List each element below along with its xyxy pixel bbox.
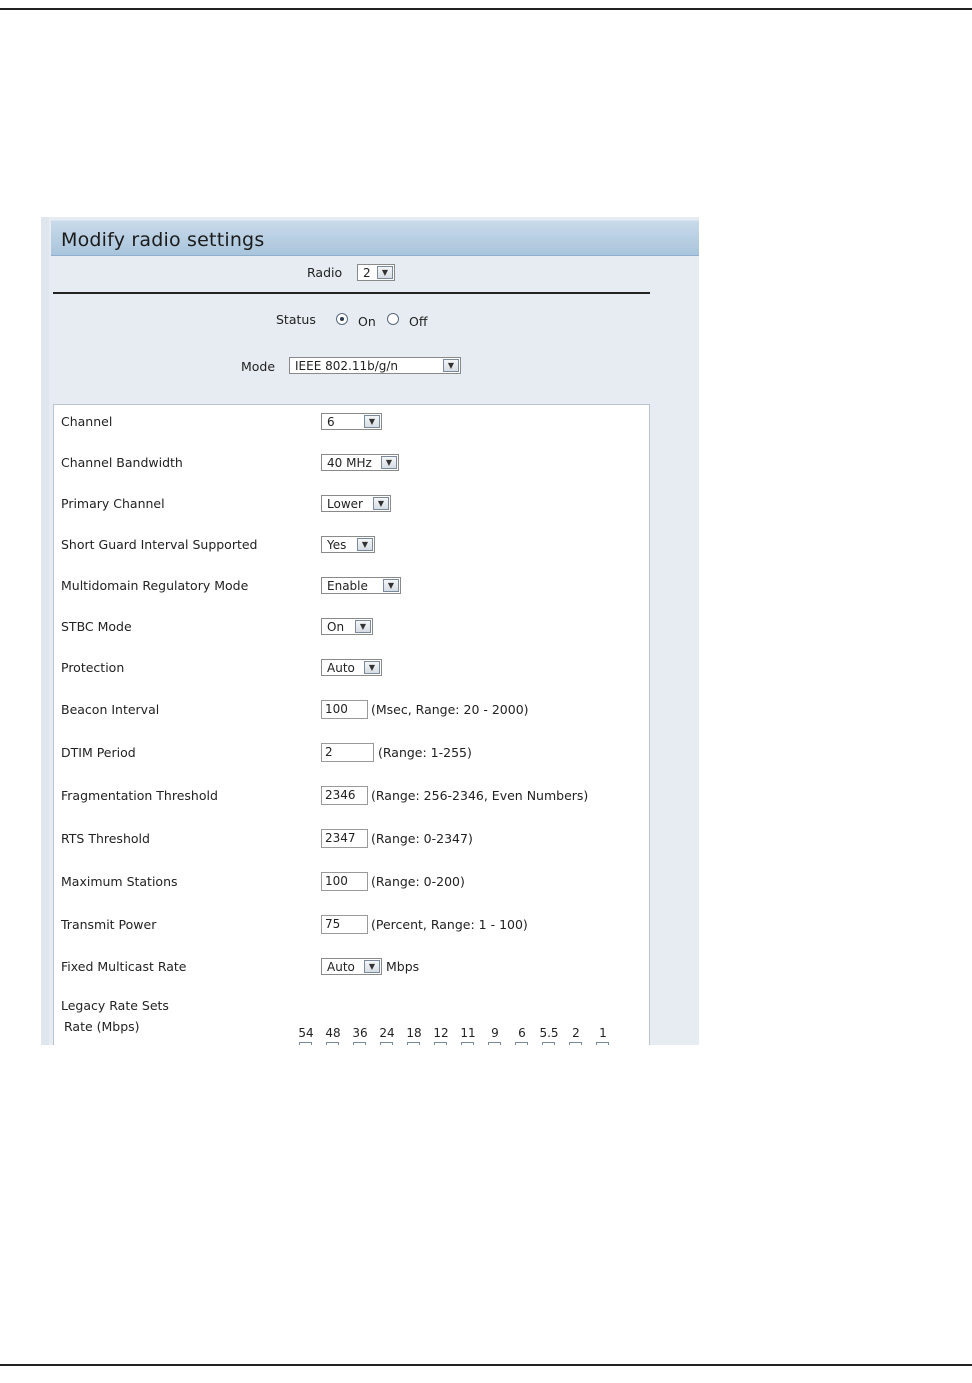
mode-select-value: IEEE 802.11b/g/n — [295, 359, 399, 373]
channel-bandwidth-label: Channel Bandwidth — [61, 455, 183, 470]
rate-checkbox[interactable] — [326, 1042, 339, 1045]
status-off-radio[interactable] — [387, 313, 399, 325]
beacon-interval-input[interactable]: 100 — [321, 700, 368, 719]
rate-value: 5.5 — [539, 1026, 559, 1040]
beacon-interval-hint: (Msec, Range: 20 - 2000) — [371, 702, 529, 717]
max-stations-input[interactable]: 100 — [321, 872, 368, 891]
status-on-radio[interactable] — [336, 313, 348, 325]
channel-bandwidth-select[interactable]: 40 MHz ▼ — [321, 454, 399, 471]
rate-value: 12 — [433, 1026, 449, 1040]
channel-bandwidth-select-value: 40 MHz — [327, 456, 372, 470]
chevron-down-icon: ▼ — [364, 661, 380, 674]
rate-checkbox[interactable] — [461, 1042, 474, 1045]
protection-select-value: Auto — [327, 661, 355, 675]
short-guard-label: Short Guard Interval Supported — [61, 537, 258, 552]
transmit-power-label: Transmit Power — [61, 917, 157, 932]
rate-checkbox[interactable] — [569, 1042, 582, 1045]
stbc-label: STBC Mode — [61, 619, 132, 634]
rts-label: RTS Threshold — [61, 831, 150, 846]
dtim-period-input[interactable]: 2 — [321, 743, 374, 762]
fixed-multicast-label: Fixed Multicast Rate — [61, 959, 187, 974]
multidomain-select[interactable]: Enable ▼ — [321, 577, 401, 594]
status-on-label: On — [358, 314, 376, 329]
radio-settings-screenshot: Modify radio settings Radio 2 ▼ Status O… — [41, 217, 699, 1045]
chevron-down-icon: ▼ — [383, 579, 399, 592]
rate-value: 6 — [518, 1026, 526, 1040]
fixed-multicast-unit: Mbps — [386, 959, 420, 974]
dtim-period-hint: (Range: 1-255) — [378, 745, 472, 760]
page-bottom-rule — [0, 1364, 972, 1366]
fragmentation-hint: (Range: 256-2346, Even Numbers) — [371, 788, 589, 803]
stbc-select-value: On — [327, 620, 345, 634]
primary-channel-label: Primary Channel — [61, 496, 165, 511]
multidomain-label: Multidomain Regulatory Mode — [61, 578, 249, 593]
page-top-rule — [0, 8, 972, 10]
max-stations-hint: (Range: 0-200) — [371, 874, 465, 889]
chevron-down-icon: ▼ — [377, 266, 393, 279]
rate-checkbox[interactable] — [299, 1042, 312, 1045]
protection-select[interactable]: Auto ▼ — [321, 659, 382, 676]
legacy-rate-sets-title: Legacy Rate Sets — [61, 998, 169, 1013]
rate-checkbox[interactable] — [488, 1042, 501, 1045]
chevron-down-icon: ▼ — [364, 960, 380, 973]
panel-header: Modify radio settings — [51, 220, 699, 256]
radio-select[interactable]: 2 ▼ — [357, 264, 395, 281]
channel-select-value: 6 — [327, 415, 335, 429]
chevron-down-icon: ▼ — [357, 538, 373, 551]
short-guard-select[interactable]: Yes ▼ — [321, 536, 375, 553]
short-guard-select-value: Yes — [327, 538, 347, 552]
primary-channel-select[interactable]: Lower ▼ — [321, 495, 391, 512]
rate-value: 9 — [491, 1026, 499, 1040]
status-off-label: Off — [409, 314, 428, 329]
radio-label: Radio — [307, 265, 343, 280]
radio-select-value: 2 — [363, 266, 371, 280]
primary-channel-select-value: Lower — [327, 497, 363, 511]
legacy-rate-label: Rate (Mbps) — [64, 1019, 140, 1034]
chevron-down-icon: ▼ — [364, 415, 380, 428]
rate-checkbox[interactable] — [353, 1042, 366, 1045]
fixed-multicast-select[interactable]: Auto ▼ — [321, 958, 382, 975]
stbc-select[interactable]: On ▼ — [321, 618, 373, 635]
mode-label: Mode — [241, 359, 276, 374]
fragmentation-label: Fragmentation Threshold — [61, 788, 218, 803]
max-stations-label: Maximum Stations — [61, 874, 178, 889]
rate-value: 2 — [572, 1026, 580, 1040]
rts-hint: (Range: 0-2347) — [371, 831, 473, 846]
channel-label: Channel — [61, 414, 113, 429]
mode-select[interactable]: IEEE 802.11b/g/n ▼ — [289, 357, 461, 374]
transmit-power-input[interactable]: 75 — [321, 915, 368, 934]
chevron-down-icon: ▼ — [443, 359, 459, 372]
rate-checkbox[interactable] — [596, 1042, 609, 1045]
rate-checkbox[interactable] — [515, 1042, 528, 1045]
rate-value: 18 — [406, 1026, 422, 1040]
multidomain-select-value: Enable — [327, 579, 368, 593]
rate-checkbox[interactable] — [380, 1042, 393, 1045]
panel-title: Modify radio settings — [61, 229, 265, 251]
rate-value: 48 — [325, 1026, 341, 1040]
rate-value: 54 — [298, 1026, 314, 1040]
transmit-power-hint: (Percent, Range: 1 - 100) — [371, 917, 528, 932]
header-separator — [53, 292, 650, 294]
rate-checkbox[interactable] — [407, 1042, 420, 1045]
rts-input[interactable]: 2347 — [321, 829, 368, 848]
rate-value: 36 — [352, 1026, 368, 1040]
rate-checkbox[interactable] — [434, 1042, 447, 1045]
fixed-multicast-select-value: Auto — [327, 960, 355, 974]
beacon-interval-label: Beacon Interval — [61, 702, 160, 717]
rate-value: 11 — [460, 1026, 476, 1040]
chevron-down-icon: ▼ — [381, 456, 397, 469]
chevron-down-icon: ▼ — [355, 620, 371, 633]
rate-value: 1 — [599, 1026, 607, 1040]
status-label: Status — [276, 312, 316, 327]
chevron-down-icon: ▼ — [373, 497, 389, 510]
channel-select[interactable]: 6 ▼ — [321, 413, 382, 430]
dtim-period-label: DTIM Period — [61, 745, 136, 760]
fragmentation-input[interactable]: 2346 — [321, 786, 368, 805]
protection-label: Protection — [61, 660, 125, 675]
rate-checkbox[interactable] — [542, 1042, 555, 1045]
rate-value: 24 — [379, 1026, 395, 1040]
